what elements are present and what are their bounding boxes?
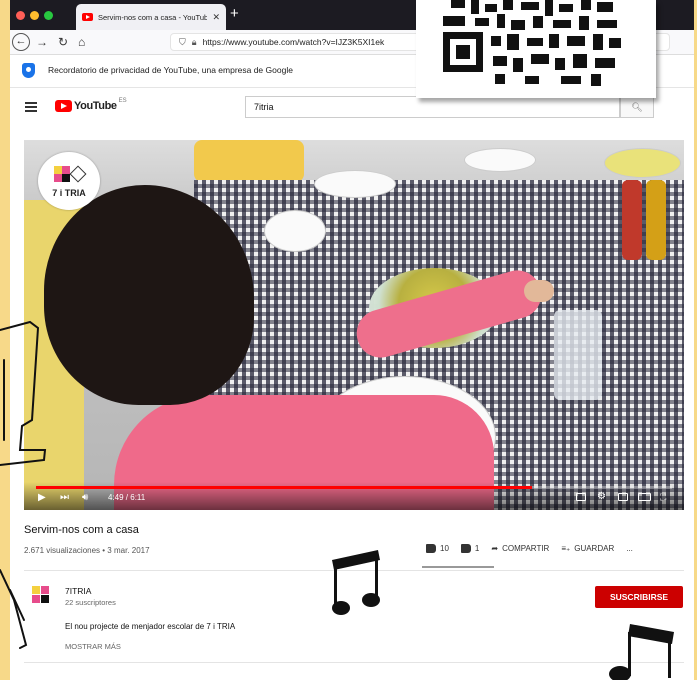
save-button[interactable]: ≡₊ GUARDAR <box>561 544 614 553</box>
search-input[interactable]: 7itria <box>245 96 620 118</box>
maximize-window-button[interactable] <box>44 11 53 20</box>
video-plate <box>604 148 681 178</box>
thumbs-up-icon <box>426 544 436 553</box>
subscribe-button[interactable]: SUSCRIBIRSE <box>595 586 683 608</box>
youtube-logo-text: YouTube <box>74 100 117 112</box>
privacy-shield-icon <box>22 63 35 78</box>
hamburger-menu-icon[interactable] <box>25 102 37 112</box>
video-progress-bar[interactable] <box>36 486 672 489</box>
video-time: 4:49 / 6:11 <box>108 493 146 502</box>
fullscreen-icon[interactable]: ⛶ <box>660 492 666 503</box>
region-code: ES <box>118 98 127 104</box>
share-button[interactable]: ➦ COMPARTIR <box>491 544 549 553</box>
channel-subscribers: 22 suscriptores <box>65 598 116 607</box>
video-child-hand <box>524 280 554 302</box>
music-note-icon <box>332 550 380 615</box>
shield-icon: ⛉ <box>179 36 186 47</box>
qr-code-card <box>416 0 656 98</box>
dislike-button[interactable]: 1 <box>460 544 480 553</box>
qr-code-icon <box>443 0 621 86</box>
music-note-icon-2 <box>609 624 674 680</box>
new-tab-button[interactable]: + <box>230 5 239 22</box>
volume-icon[interactable]: 🔊︎ <box>82 492 88 503</box>
more-actions-button[interactable]: ... <box>626 544 633 553</box>
video-watermark-logo: 7 i TRIA <box>38 152 100 210</box>
video-description: El nou projecte de menjador escolar de 7… <box>65 622 236 631</box>
like-count: 10 <box>440 544 449 553</box>
browser-tab[interactable]: Servim-nos com a casa - YouTube ✕ <box>76 4 226 30</box>
video-plate <box>464 148 536 172</box>
youtube-logo[interactable]: YouTube ES <box>55 98 127 112</box>
forward-button[interactable]: → <box>36 33 48 51</box>
theater-mode-icon[interactable] <box>638 493 651 501</box>
video-bottle <box>646 180 666 260</box>
video-controls: ▶ ⏭︎ 🔊︎ 4:49 / 6:11 ⚙ ⛶ <box>24 482 684 510</box>
home-button[interactable]: ⌂ <box>78 33 85 51</box>
show-more-button[interactable]: MOSTRAR MÁS <box>65 642 121 651</box>
next-icon[interactable]: ⏭︎ <box>60 492 69 503</box>
video-chair <box>194 140 304 182</box>
miniplayer-icon[interactable] <box>618 493 628 501</box>
search-input-value: 7itria <box>254 102 274 112</box>
video-progress-fill <box>36 486 533 489</box>
video-bottle <box>622 180 642 260</box>
video-glass <box>554 310 602 400</box>
lock-icon: 🔒︎ <box>191 36 197 47</box>
like-ratio-bar <box>422 566 494 568</box>
settings-gear-icon[interactable]: ⚙ <box>597 491 606 502</box>
divider <box>24 662 684 663</box>
share-label: COMPARTIR <box>502 544 550 553</box>
youtube-favicon-icon <box>82 13 93 21</box>
video-plate <box>264 210 326 252</box>
doodle-lines-left <box>0 320 47 649</box>
dislike-count: 1 <box>474 544 480 553</box>
tab-close-icon[interactable]: ✕ <box>212 12 220 23</box>
like-button[interactable]: 10 <box>426 544 449 553</box>
subtitles-icon[interactable] <box>576 493 586 501</box>
close-window-button[interactable] <box>16 11 25 20</box>
video-watermark-text: 7 i TRIA <box>52 188 86 198</box>
video-actions: 10 1 ➦ COMPARTIR ≡₊ GUARDAR ... <box>426 544 633 553</box>
share-arrow-icon: ➦ <box>491 544 499 553</box>
channel-name[interactable]: 7ITRIA <box>65 586 91 596</box>
thumbs-down-icon <box>460 544 471 553</box>
search-button[interactable]: 🔍︎ <box>620 96 654 118</box>
video-plate <box>314 170 396 198</box>
playlist-add-icon: ≡₊ <box>561 544 571 553</box>
youtube-play-icon <box>55 100 72 112</box>
search-icon: 🔍︎ <box>631 102 643 112</box>
7itria-logo-icon <box>54 165 87 183</box>
save-label: GUARDAR <box>574 544 615 553</box>
privacy-banner-text[interactable]: Recordatorio de privacidad de YouTube, u… <box>48 65 293 75</box>
tab-title: Servim-nos com a casa - YouTube <box>98 12 208 22</box>
url-text: https://www.youtube.com/watch?v=IJZ3K5XI… <box>202 37 385 47</box>
back-button[interactable]: ← <box>12 33 30 51</box>
minimize-window-button[interactable] <box>30 11 39 20</box>
video-player[interactable]: 7 i TRIA ▶ ⏭︎ 🔊︎ 4:49 / 6:11 ⚙ ⛶ <box>24 140 684 510</box>
reload-button[interactable]: ↻ <box>58 33 68 51</box>
